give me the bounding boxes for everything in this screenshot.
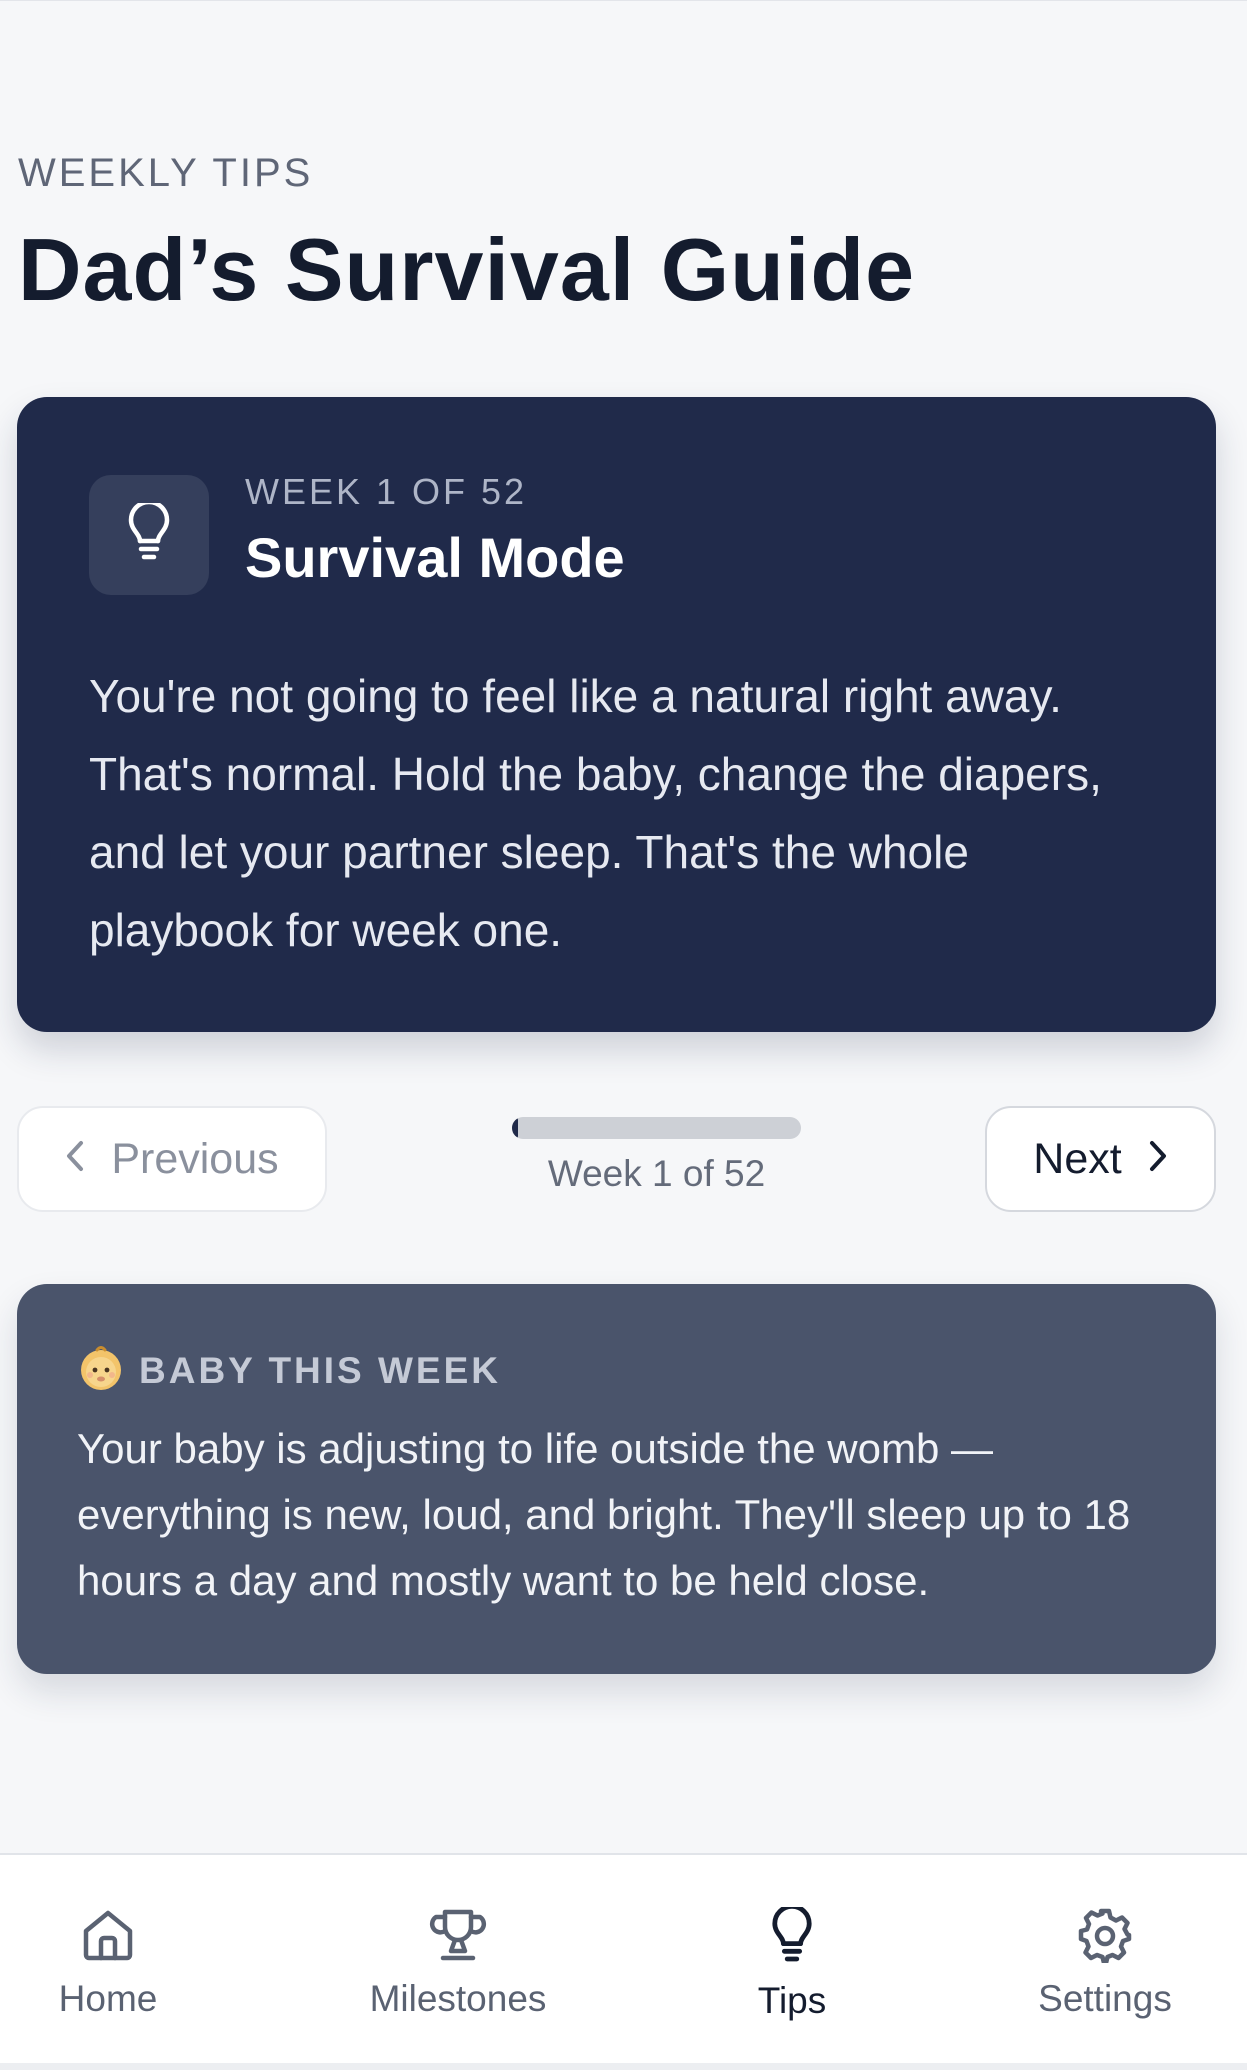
chevron-right-icon xyxy=(1148,1135,1168,1184)
tab-home[interactable]: Home xyxy=(38,1855,178,2065)
baby-body: Your baby is adjusting to life outside t… xyxy=(77,1425,1131,1604)
tip-body: You're not going to feel like a natural … xyxy=(89,670,1102,956)
chevron-left-icon xyxy=(65,1135,85,1184)
page-title: Dad’s Survival Guide xyxy=(18,220,916,319)
tab-milestones[interactable]: Milestones xyxy=(358,1855,558,2065)
baby-heading: BABY THIS WEEK xyxy=(77,1344,501,1397)
weekly-tip-card: WEEK 1 OF 52 Survival Mode You're not go… xyxy=(17,397,1216,1032)
baby-icon xyxy=(77,1344,125,1397)
previous-button-label: Previous xyxy=(111,1134,279,1183)
week-progress-fill xyxy=(512,1117,518,1139)
tab-settings-label: Settings xyxy=(1038,1978,1172,2019)
lightbulb-icon xyxy=(770,1903,814,1970)
trophy-icon xyxy=(429,1907,487,1968)
tab-settings[interactable]: Settings xyxy=(1025,1855,1185,2065)
baby-this-week-card: BABY THIS WEEK Your baby is adjusting to… xyxy=(17,1284,1216,1674)
tab-milestones-label: Milestones xyxy=(369,1978,547,2019)
tip-title: Survival Mode xyxy=(245,526,625,589)
baby-heading-label: BABY THIS WEEK xyxy=(139,1349,502,1391)
home-indicator-strip xyxy=(0,2063,1247,2070)
next-button[interactable]: Next xyxy=(985,1106,1216,1212)
home-icon xyxy=(80,1907,136,1968)
tip-week-label: WEEK 1 OF 52 xyxy=(245,471,528,512)
gear-icon xyxy=(1077,1907,1133,1968)
lightbulb-icon xyxy=(126,499,172,568)
section-eyebrow: WEEKLY TIPS xyxy=(18,151,314,195)
next-button-label: Next xyxy=(1033,1134,1122,1183)
bottom-tab-bar: Home Milestones Tips Settings xyxy=(0,1853,1247,2063)
tip-icon-tile xyxy=(89,475,209,595)
tab-tips[interactable]: Tips xyxy=(742,1855,842,2065)
previous-button[interactable]: Previous xyxy=(17,1106,327,1212)
week-progress-label: Week 1 of 52 xyxy=(547,1153,766,1194)
tab-tips-label: Tips xyxy=(757,1980,827,2021)
tab-home-label: Home xyxy=(58,1978,158,2019)
week-progress-bar xyxy=(512,1117,801,1139)
tips-screen: WEEKLY TIPS Dad’s Survival Guide WEEK 1 … xyxy=(0,0,1247,2070)
